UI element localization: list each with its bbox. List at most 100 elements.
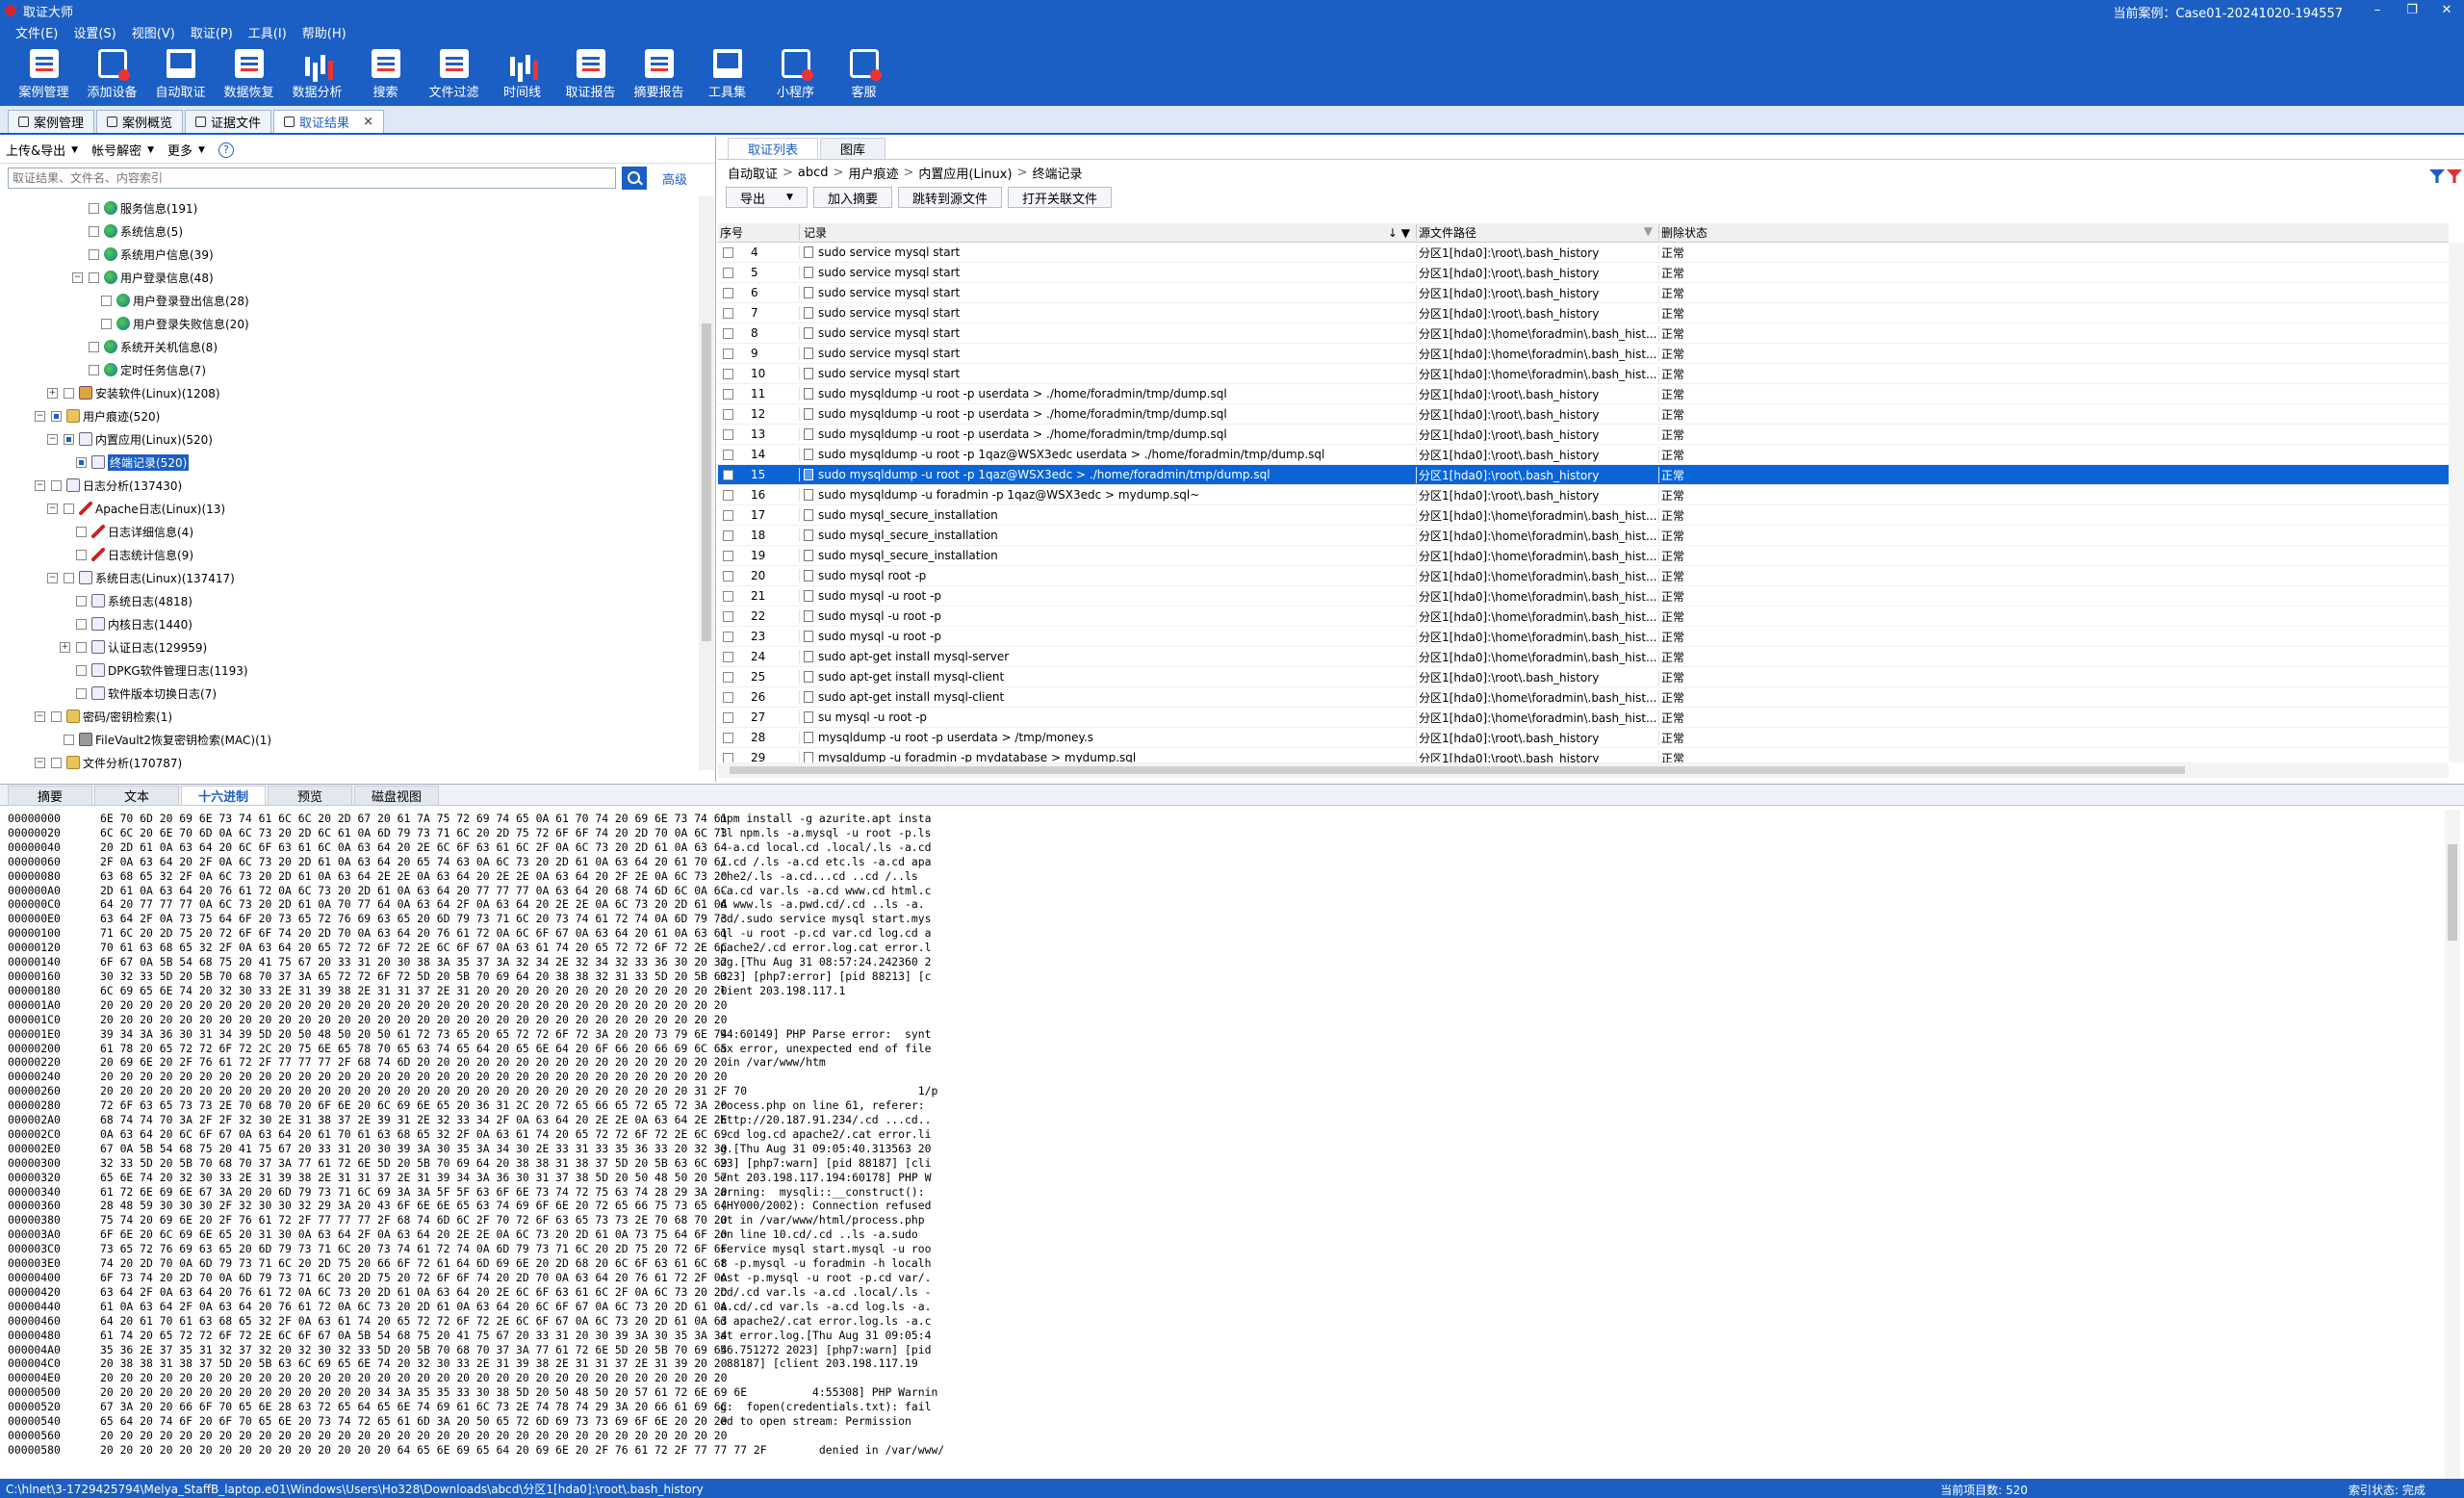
add-summary-button[interactable]: 加入摘要 bbox=[812, 187, 892, 208]
support-button[interactable]: 客服 bbox=[830, 42, 898, 106]
table-row[interactable]: 22 sudo mysql -u root -p 分区1[hda0]:\home\f… bbox=[718, 607, 2449, 627]
table-row[interactable]: 5 sudo service mysql start 分区1[hda0]:\root… bbox=[718, 263, 2449, 283]
tree-checkbox[interactable] bbox=[64, 572, 74, 583]
table-row[interactable]: 29 mysqldump -u foradmin -p mydatabase > … bbox=[718, 748, 2449, 762]
row-checkbox[interactable] bbox=[723, 752, 733, 762]
column-header-source[interactable]: 源文件路径 ▼ bbox=[1416, 224, 1658, 241]
row-checkbox[interactable] bbox=[723, 570, 733, 581]
breadcrumb-item[interactable]: abcd bbox=[798, 166, 829, 180]
tree-scrollbar[interactable] bbox=[699, 196, 714, 770]
scrollbar-thumb[interactable] bbox=[2448, 844, 2457, 941]
table-row[interactable]: 8 sudo service mysql start 分区1[hda0]:\home… bbox=[718, 323, 2449, 344]
row-checkbox[interactable] bbox=[723, 267, 733, 278]
row-checkbox[interactable] bbox=[723, 388, 733, 400]
tree-node[interactable]: − 用户登录信息(48) bbox=[0, 266, 699, 289]
tree-node[interactable]: 日志详细信息(4) bbox=[0, 520, 699, 543]
close-tab-icon[interactable]: × bbox=[363, 115, 373, 129]
row-checkbox[interactable] bbox=[723, 550, 733, 561]
help-icon[interactable]: ? bbox=[218, 142, 234, 158]
row-checkbox[interactable] bbox=[723, 509, 733, 521]
tab-case-overview[interactable]: 案例概览 bbox=[96, 110, 184, 133]
table-row[interactable]: 24 sudo apt-get install mysql-server 分区1[h… bbox=[718, 647, 2449, 667]
summary-report-button[interactable]: 摘要报告 bbox=[625, 42, 693, 106]
tree-checkbox[interactable] bbox=[64, 433, 74, 445]
tree-node[interactable]: 用户登录登出信息(28) bbox=[0, 289, 699, 312]
tree-node[interactable]: FileVault2恢复密钥检索(MAC)(1) bbox=[0, 728, 699, 751]
tree-checkbox[interactable] bbox=[76, 526, 87, 537]
column-header-deleted[interactable]: 删除状态 bbox=[1658, 224, 1851, 241]
table-row[interactable]: 26 sudo apt-get install mysql-client 分区1[h… bbox=[718, 687, 2449, 708]
tree-checkbox[interactable] bbox=[76, 664, 87, 676]
expand-icon[interactable]: + bbox=[60, 641, 70, 653]
open-related-file-button[interactable]: 打开关联文件 bbox=[1007, 187, 1112, 208]
breadcrumb-item[interactable]: 终端记录 bbox=[1032, 164, 1082, 182]
tree-node[interactable]: 系统用户信息(39) bbox=[0, 243, 699, 266]
filter-small-icon[interactable]: ▼ bbox=[1644, 224, 1653, 241]
tab-summary[interactable]: 摘要 bbox=[8, 786, 92, 805]
tree-checkbox[interactable] bbox=[64, 387, 74, 399]
row-checkbox[interactable] bbox=[723, 287, 733, 298]
tree-node[interactable]: 日志统计信息(9) bbox=[0, 543, 699, 566]
hex-scrollbar[interactable] bbox=[2445, 810, 2460, 1480]
tree-checkbox[interactable] bbox=[89, 248, 99, 260]
tree-checkbox[interactable] bbox=[89, 364, 99, 375]
data-recovery-button[interactable]: 数据恢复 bbox=[215, 42, 283, 106]
row-checkbox[interactable] bbox=[723, 610, 733, 622]
menu-view[interactable]: 视图(V) bbox=[132, 23, 175, 41]
scrollbar-thumb[interactable] bbox=[702, 323, 711, 641]
row-checkbox[interactable] bbox=[723, 368, 733, 379]
row-checkbox[interactable] bbox=[723, 691, 733, 703]
table-row[interactable]: 17 sudo mysql_secure_installation 分区1[hda0… bbox=[718, 505, 2449, 526]
tree-checkbox[interactable] bbox=[51, 710, 62, 722]
table-row[interactable]: 14 sudo mysqldump -u root -p 1qaz@WSX3edc… bbox=[718, 445, 2449, 465]
tree-checkbox[interactable] bbox=[76, 456, 87, 468]
column-header-no[interactable]: 序号 bbox=[718, 224, 799, 241]
row-checkbox[interactable] bbox=[723, 732, 733, 743]
column-header-record[interactable]: 记录 ↓ ▼ bbox=[799, 224, 1416, 241]
table-row[interactable]: 9 sudo service mysql start 分区1[hda0]:\home… bbox=[718, 344, 2449, 364]
collapse-icon[interactable]: − bbox=[35, 410, 45, 422]
data-analysis-button[interactable]: 数据分析 bbox=[283, 42, 351, 106]
search-doc-button[interactable]: 搜索 bbox=[351, 42, 420, 106]
tree-node[interactable]: + 认证日志(129959) bbox=[0, 635, 699, 659]
tree-checkbox[interactable] bbox=[51, 410, 62, 422]
collapse-icon[interactable]: − bbox=[35, 479, 45, 491]
tree-node[interactable]: 系统开关机信息(8) bbox=[0, 335, 699, 358]
table-vertical-scrollbar[interactable] bbox=[2449, 243, 2464, 762]
row-checkbox[interactable] bbox=[723, 307, 733, 319]
table-row[interactable]: 15 sudo mysqldump -u root -p 1qaz@WSX3edc… bbox=[718, 465, 2449, 485]
tab-text[interactable]: 文本 bbox=[94, 786, 179, 805]
collapse-icon[interactable]: − bbox=[35, 757, 45, 768]
tree-node[interactable]: + 安装软件(Linux)(1208) bbox=[0, 381, 699, 404]
tree-node[interactable]: − Apache日志(Linux)(13) bbox=[0, 497, 699, 520]
tree-checkbox[interactable] bbox=[51, 479, 62, 491]
table-row[interactable]: 7 sudo service mysql start 分区1[hda0]:\root… bbox=[718, 303, 2449, 323]
table-row[interactable]: 20 sudo mysql root -p 分区1[hda0]:\home\fora… bbox=[718, 566, 2449, 586]
auto-forensics-button[interactable]: 自动取证 bbox=[146, 42, 215, 106]
file-filter-button[interactable]: 文件过滤 bbox=[420, 42, 488, 106]
tree-node[interactable]: DPKG软件管理日志(1193) bbox=[0, 659, 699, 682]
tree-node[interactable]: 定时任务信息(7) bbox=[0, 358, 699, 381]
tree-checkbox[interactable] bbox=[89, 341, 99, 352]
tree-checkbox[interactable] bbox=[76, 687, 87, 699]
tree-node[interactable]: 软件版本切换日志(7) bbox=[0, 682, 699, 705]
tree-node[interactable]: 服务信息(191) bbox=[0, 196, 699, 220]
search-input[interactable] bbox=[8, 168, 616, 189]
row-checkbox[interactable] bbox=[723, 348, 733, 359]
menu-tools[interactable]: 工具(I) bbox=[248, 23, 287, 41]
breadcrumb-item[interactable]: 用户痕迹 bbox=[848, 164, 898, 182]
tab-disk-view[interactable]: 磁盘视图 bbox=[354, 786, 439, 805]
row-checkbox[interactable] bbox=[723, 651, 733, 662]
scrollbar-thumb[interactable] bbox=[730, 766, 2185, 774]
tree-node[interactable]: 终端记录(520) bbox=[0, 451, 699, 474]
row-checkbox[interactable] bbox=[723, 469, 733, 480]
table-horizontal-scrollbar[interactable] bbox=[718, 762, 2449, 778]
row-checkbox[interactable] bbox=[723, 590, 733, 602]
tree-checkbox[interactable] bbox=[89, 202, 99, 214]
table-row[interactable]: 6 sudo service mysql start 分区1[hda0]:\root… bbox=[718, 283, 2449, 303]
tree-node[interactable]: 用户登录失败信息(20) bbox=[0, 312, 699, 335]
tree-node[interactable]: − 日志分析(137430) bbox=[0, 474, 699, 497]
tree-checkbox[interactable] bbox=[89, 271, 99, 283]
breadcrumb-item[interactable]: 内置应用(Linux) bbox=[918, 164, 1012, 182]
table-row[interactable]: 28 mysqldump -u root -p userdata > /tmp/m… bbox=[718, 728, 2449, 748]
